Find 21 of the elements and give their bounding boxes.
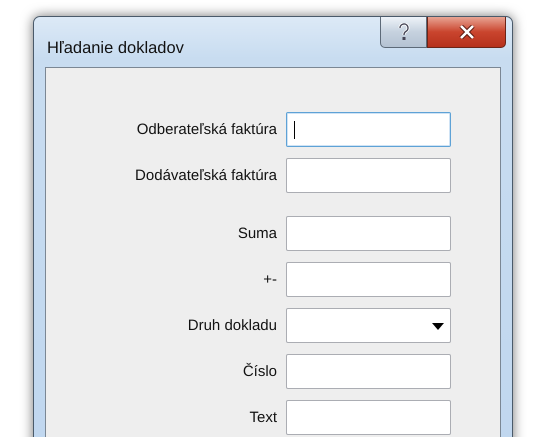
dropdown-field[interactable] (286, 308, 451, 343)
input-field[interactable] (286, 400, 451, 435)
window-title: Hľadanie dokladov (47, 39, 184, 58)
input-field[interactable] (286, 112, 451, 147)
field-label: Text (248, 409, 278, 426)
field-label: Druh dokladu (186, 317, 278, 334)
field-label: Dodávateľská faktúra (134, 167, 278, 184)
input-field[interactable] (286, 262, 451, 297)
close-button[interactable] (427, 17, 506, 48)
text-cursor (294, 120, 295, 138)
field-label: +- (262, 271, 278, 288)
help-button[interactable] (380, 17, 427, 48)
field-label: Suma (236, 225, 278, 242)
question-mark-icon (398, 23, 410, 41)
close-icon (458, 25, 474, 39)
field-label: Číslo (242, 363, 278, 380)
input-field[interactable] (286, 216, 451, 251)
input-field[interactable] (286, 158, 451, 193)
field-label: Odberateľská faktúra (136, 121, 278, 138)
dropdown-arrow-icon[interactable] (432, 323, 444, 330)
input-field[interactable] (286, 354, 451, 389)
